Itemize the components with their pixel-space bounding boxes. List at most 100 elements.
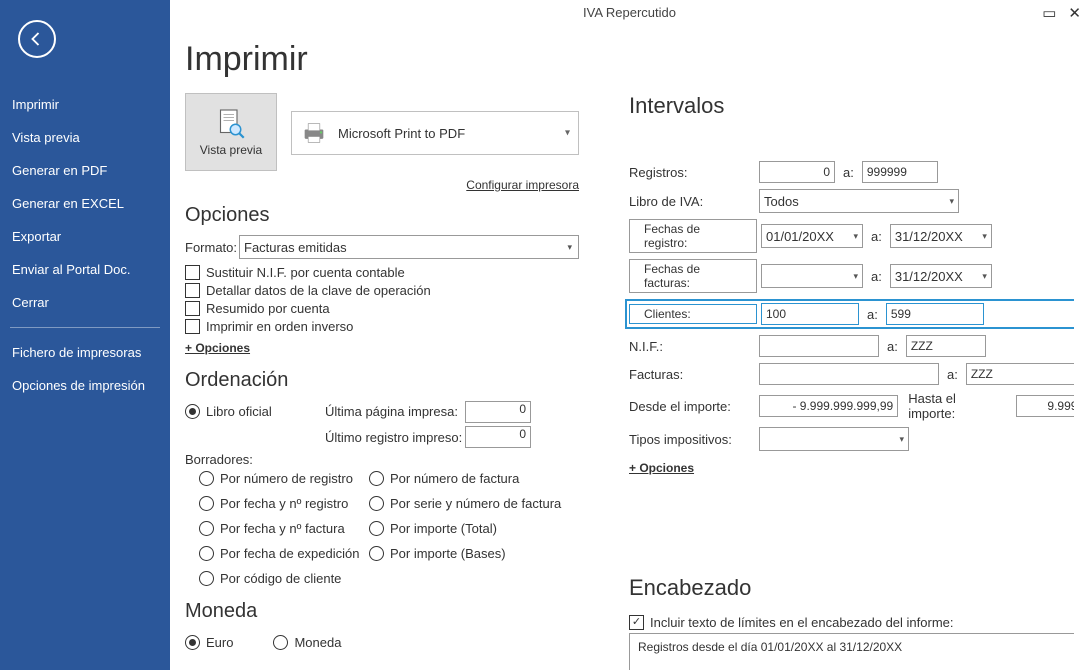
printer-name: Microsoft Print to PDF bbox=[338, 126, 465, 141]
document-magnify-icon bbox=[213, 107, 249, 143]
printer-icon bbox=[300, 121, 328, 145]
formato-label: Formato: bbox=[185, 240, 239, 255]
radio-importe-bases-label: Por importe (Bases) bbox=[390, 546, 506, 561]
sidebar: Imprimir Vista previa Generar en PDF Gen… bbox=[0, 0, 170, 670]
fecha-facturas-to-input[interactable]: 31/12/20XX ▾ bbox=[890, 264, 992, 288]
clientes-from-input[interactable]: 100 bbox=[761, 303, 859, 325]
fecha-registro-from-value: 01/01/20XX bbox=[766, 229, 834, 244]
chevron-down-icon: ▾ bbox=[982, 271, 987, 282]
a-label: a: bbox=[887, 339, 898, 354]
ultima-pagina-input[interactable]: 0 bbox=[465, 401, 531, 423]
libro-iva-value: Todos bbox=[764, 194, 799, 209]
mas-opciones-link[interactable]: + Opciones bbox=[185, 341, 250, 355]
chevron-down-icon: ▾ bbox=[567, 242, 572, 253]
radio-euro[interactable]: Euro bbox=[185, 635, 233, 650]
hasta-importe-input[interactable]: 9.999.999.999,99 bbox=[1016, 395, 1074, 417]
intervalos-mas-opciones-link[interactable]: + Opciones bbox=[629, 461, 694, 475]
chevron-down-icon: ▾ bbox=[899, 434, 904, 445]
nif-to-input[interactable]: ZZZ bbox=[906, 335, 986, 357]
chk-sustituir-nif[interactable]: Sustituir N.I.F. por cuenta contable bbox=[185, 265, 579, 280]
registros-to-input[interactable]: 999999 bbox=[862, 161, 938, 183]
chevron-down-icon: ▾ bbox=[949, 196, 954, 207]
radio-fecha-expedicion[interactable]: Por fecha de expedición bbox=[199, 546, 369, 561]
radio-fecha-factura-label: Por fecha y nº factura bbox=[220, 521, 345, 536]
fecha-registro-to-input[interactable]: 31/12/20XX ▾ bbox=[890, 224, 992, 248]
radio-moneda[interactable]: Moneda bbox=[273, 635, 341, 650]
radio-numero-registro-label: Por número de registro bbox=[220, 471, 353, 486]
chk-detallar[interactable]: Detallar datos de la clave de operación bbox=[185, 283, 579, 298]
configurar-impresora-link[interactable]: Configurar impresora bbox=[466, 178, 579, 192]
fechas-registro-button[interactable]: Fechas de registro: bbox=[629, 219, 757, 253]
chk-inverso-label: Imprimir en orden inverso bbox=[206, 319, 353, 334]
facturas-to-input[interactable]: ZZZ bbox=[966, 363, 1074, 385]
ordenacion-title: Ordenación bbox=[185, 369, 579, 392]
desde-importe-input[interactable]: - 9.999.999.999,99 bbox=[759, 395, 899, 417]
radio-codigo-cliente-label: Por código de cliente bbox=[220, 571, 341, 586]
nif-label: N.I.F.: bbox=[629, 339, 759, 354]
radio-serie-factura-label: Por serie y número de factura bbox=[390, 496, 561, 511]
sidebar-item-enviar-portal[interactable]: Enviar al Portal Doc. bbox=[0, 253, 170, 286]
back-button[interactable] bbox=[18, 20, 56, 58]
sidebar-item-cerrar[interactable]: Cerrar bbox=[0, 286, 170, 319]
printer-select[interactable]: Microsoft Print to PDF ▾ bbox=[291, 111, 579, 155]
chk-detallar-label: Detallar datos de la clave de operación bbox=[206, 283, 431, 298]
chk-incluir-texto[interactable]: Incluir texto de límites en el encabezad… bbox=[629, 615, 1074, 630]
tipos-select[interactable]: ▾ bbox=[759, 427, 909, 451]
a-label: a: bbox=[947, 367, 958, 382]
chevron-down-icon: ▾ bbox=[982, 231, 987, 242]
chk-inverso[interactable]: Imprimir en orden inverso bbox=[185, 319, 579, 334]
radio-numero-registro[interactable]: Por número de registro bbox=[199, 471, 369, 486]
sidebar-item-vista-previa[interactable]: Vista previa bbox=[0, 121, 170, 154]
radio-fecha-factura[interactable]: Por fecha y nº factura bbox=[199, 521, 369, 536]
tipos-label: Tipos impositivos: bbox=[629, 432, 759, 447]
fecha-registro-from-input[interactable]: 01/01/20XX ▾ bbox=[761, 224, 863, 248]
sidebar-item-exportar[interactable]: Exportar bbox=[0, 220, 170, 253]
clientes-to-input[interactable]: 599 bbox=[886, 303, 984, 325]
libro-iva-select[interactable]: Todos ▾ bbox=[759, 189, 959, 213]
libro-iva-label: Libro de IVA: bbox=[629, 194, 759, 209]
a-label: a: bbox=[871, 229, 882, 244]
fechas-facturas-button[interactable]: Fechas de facturas: bbox=[629, 259, 757, 293]
radio-fecha-registro[interactable]: Por fecha y nº registro bbox=[199, 496, 369, 511]
radio-numero-factura[interactable]: Por número de factura bbox=[369, 471, 579, 486]
radio-numero-factura-label: Por número de factura bbox=[390, 471, 519, 486]
window-title: IVA Repercutido bbox=[583, 5, 676, 20]
ultima-pagina-label: Última página impresa: bbox=[325, 404, 465, 419]
radio-importe-bases[interactable]: Por importe (Bases) bbox=[369, 546, 579, 561]
clientes-button[interactable]: Clientes: bbox=[629, 304, 757, 324]
maximize-icon[interactable]: ▭ bbox=[1042, 4, 1056, 22]
vista-previa-button[interactable]: Vista previa bbox=[185, 93, 277, 171]
encabezado-textarea[interactable]: Registros desde el día 01/01/20XX al 31/… bbox=[629, 633, 1074, 670]
a-label: a: bbox=[871, 269, 882, 284]
sidebar-item-fichero-impresoras[interactable]: Fichero de impresoras bbox=[0, 336, 170, 369]
radio-importe-total-label: Por importe (Total) bbox=[390, 521, 497, 536]
registros-label: Registros: bbox=[629, 165, 759, 180]
chk-sustituir-nif-label: Sustituir N.I.F. por cuenta contable bbox=[206, 265, 405, 280]
facturas-from-input[interactable] bbox=[759, 363, 939, 385]
close-icon[interactable]: ✕ bbox=[1068, 4, 1081, 22]
ultimo-registro-input[interactable]: 0 bbox=[465, 426, 531, 448]
radio-fecha-expedicion-label: Por fecha de expedición bbox=[220, 546, 359, 561]
radio-moneda-label: Moneda bbox=[294, 635, 341, 650]
a-label: a: bbox=[867, 307, 878, 322]
radio-serie-factura[interactable]: Por serie y número de factura bbox=[369, 496, 579, 511]
sidebar-item-generar-excel[interactable]: Generar en EXCEL bbox=[0, 187, 170, 220]
sidebar-item-opciones-impresion[interactable]: Opciones de impresión bbox=[0, 369, 170, 402]
chk-resumido[interactable]: Resumido por cuenta bbox=[185, 301, 579, 316]
borradores-label: Borradores: bbox=[185, 452, 579, 467]
intervalos-title: Intervalos bbox=[629, 93, 1074, 119]
ultimo-registro-label: Último registro impreso: bbox=[325, 430, 465, 445]
radio-importe-total[interactable]: Por importe (Total) bbox=[369, 521, 579, 536]
formato-select[interactable]: Facturas emitidas ▾ bbox=[239, 235, 579, 259]
sidebar-item-imprimir[interactable]: Imprimir bbox=[0, 88, 170, 121]
radio-euro-label: Euro bbox=[206, 635, 233, 650]
sidebar-item-generar-pdf[interactable]: Generar en PDF bbox=[0, 154, 170, 187]
desde-importe-label: Desde el importe: bbox=[629, 399, 759, 414]
chk-incluir-texto-label: Incluir texto de límites en el encabezad… bbox=[650, 615, 954, 630]
fecha-facturas-from-input[interactable]: ▾ bbox=[761, 264, 863, 288]
radio-codigo-cliente[interactable]: Por código de cliente bbox=[199, 571, 369, 586]
radio-libro-oficial[interactable]: Libro oficial bbox=[185, 404, 325, 419]
nif-from-input[interactable] bbox=[759, 335, 879, 357]
fecha-facturas-to-value: 31/12/20XX bbox=[895, 269, 963, 284]
registros-from-input[interactable]: 0 bbox=[759, 161, 835, 183]
